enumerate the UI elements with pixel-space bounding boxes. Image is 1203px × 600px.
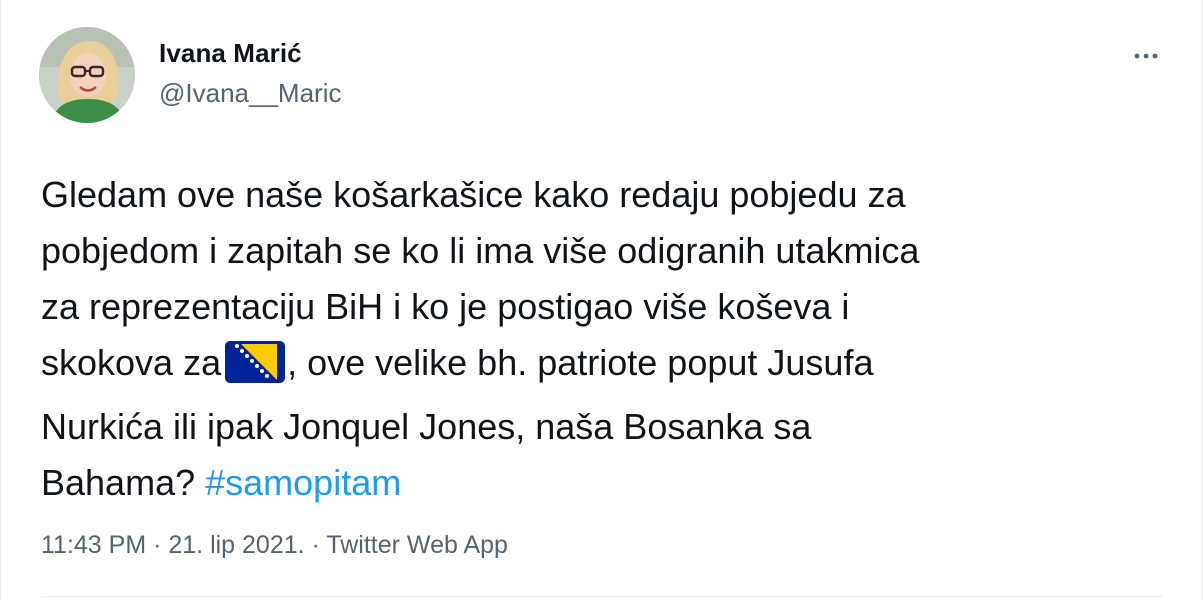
tweet-source[interactable]: Twitter Web App [326,531,508,559]
hashtag-link[interactable]: #samopitam [205,462,401,503]
tweet-line: Gledam ove naše košarkašice kako redaju … [41,174,906,215]
avatar[interactable] [39,27,135,123]
tweet-date[interactable]: 21. lip 2021. [168,531,304,559]
more-options-button[interactable] [1131,41,1161,71]
tweet-time[interactable]: 11:43 PM [41,531,146,559]
tweet-line: za reprezentaciju BiH i ko je postigao v… [41,286,850,327]
tweet-line: , ove velike bh. patriote poput Jusufa [287,342,874,383]
author-name[interactable]: Ivana Marić [159,38,302,69]
tweet-meta: 11:43 PM · 21. lip 2021. · Twitter Web A… [41,531,508,560]
bosnia-flag-icon [225,341,286,399]
meta-separator: · [146,531,169,559]
tweet-line: skokova za [41,342,222,383]
avatar-image [39,27,135,123]
tweet-card: Ivana Marić @Ivana__Maric Gledam ove naš… [0,0,1203,600]
tweet-text: Gledam ove naše košarkašice kako redaju … [41,167,1171,511]
tweet-line: pobjedom i zapitah se ko li ima više odi… [41,230,920,271]
more-dots-icon [1134,53,1158,59]
meta-separator: · [304,531,327,559]
tweet-line: Nurkića ili ipak Jonquel Jones, naša Bos… [41,406,812,447]
tweet-line: Bahama? [41,462,196,503]
author-handle[interactable]: @Ivana__Maric [159,78,341,109]
divider [41,596,1162,597]
